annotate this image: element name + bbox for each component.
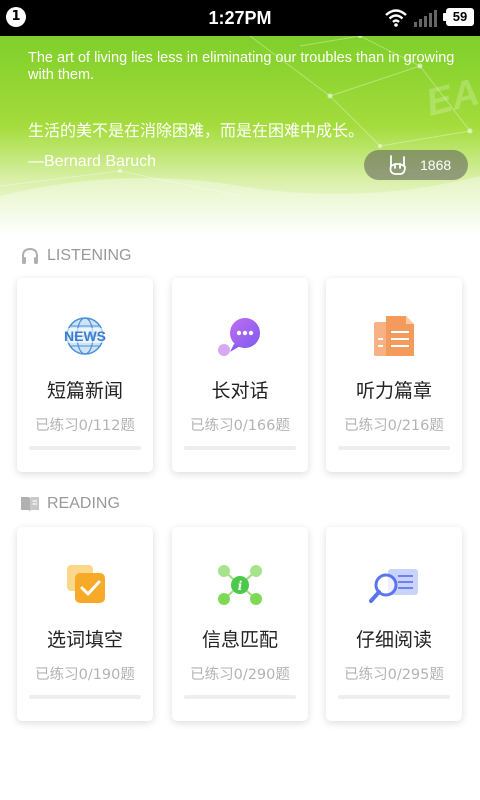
svg-text:NEWS: NEWS bbox=[64, 328, 106, 344]
headphones-icon bbox=[22, 247, 38, 264]
quote-banner: EASY The art of living lies less in elim… bbox=[0, 36, 480, 236]
quote-chinese: 生活的美不是在消除困难，而是在困难中成长。 bbox=[28, 121, 365, 140]
card-progress-text: 已练习0/295题 bbox=[344, 667, 444, 683]
card-progress-text: 已练习0/216题 bbox=[344, 418, 444, 434]
card-title: 仔细阅读 bbox=[355, 629, 432, 651]
card-title: 长对话 bbox=[211, 380, 269, 402]
rock-hand-icon bbox=[389, 155, 406, 175]
progress-bar bbox=[338, 695, 450, 699]
info-network-icon: i bbox=[218, 565, 262, 605]
card-info-match[interactable]: i 信息匹配 已练习0/290题 bbox=[172, 527, 308, 721]
like-button[interactable]: 1868 bbox=[364, 150, 468, 180]
like-count: 1868 bbox=[420, 157, 452, 173]
svg-text:i: i bbox=[238, 579, 243, 593]
card-title: 信息匹配 bbox=[201, 629, 278, 651]
document-icon bbox=[374, 316, 414, 356]
progress-bar bbox=[184, 695, 296, 699]
signal-icon bbox=[414, 10, 437, 27]
status-bar: 1 1:27PM 59 bbox=[0, 0, 480, 36]
reading-label: READING bbox=[47, 495, 120, 512]
battery-icon: 59 bbox=[443, 8, 474, 26]
listening-label: LISTENING bbox=[47, 247, 132, 264]
checkbox-icon bbox=[67, 565, 105, 603]
progress-bar bbox=[338, 446, 450, 450]
quote-english: The art of living lies less in eliminati… bbox=[28, 50, 455, 83]
clock: 1:27PM bbox=[208, 8, 272, 28]
news-globe-icon: NEWS bbox=[59, 317, 111, 355]
card-listening-passage[interactable]: 听力篇章 已练习0/216题 bbox=[326, 278, 462, 472]
card-title: 听力篇章 bbox=[355, 380, 432, 402]
chat-bubble-icon bbox=[218, 318, 260, 356]
progress-bar bbox=[29, 695, 141, 699]
card-careful-reading[interactable]: 仔细阅读 已练习0/295题 bbox=[326, 527, 462, 721]
card-progress-text: 已练习0/190题 bbox=[35, 667, 135, 683]
quote-author: —Bernard Baruch bbox=[28, 153, 157, 170]
progress-bar bbox=[29, 446, 141, 450]
card-title: 短篇新闻 bbox=[46, 380, 123, 402]
card-short-news[interactable]: NEWS 短篇新闻 已练习0/112题 bbox=[17, 278, 153, 472]
card-title: 选词填空 bbox=[46, 629, 123, 651]
card-progress-text: 已练习0/112题 bbox=[35, 418, 135, 434]
card-long-dialogue[interactable]: 长对话 已练习0/166题 bbox=[172, 278, 308, 472]
magnifier-doc-icon bbox=[369, 569, 418, 603]
book-icon bbox=[21, 497, 39, 512]
progress-bar bbox=[184, 446, 296, 450]
card-progress-text: 已练习0/166题 bbox=[190, 418, 290, 434]
card-progress-text: 已练习0/290题 bbox=[190, 667, 290, 683]
card-word-fill[interactable]: 选词填空 已练习0/190题 bbox=[17, 527, 153, 721]
wifi-icon bbox=[385, 9, 407, 27]
